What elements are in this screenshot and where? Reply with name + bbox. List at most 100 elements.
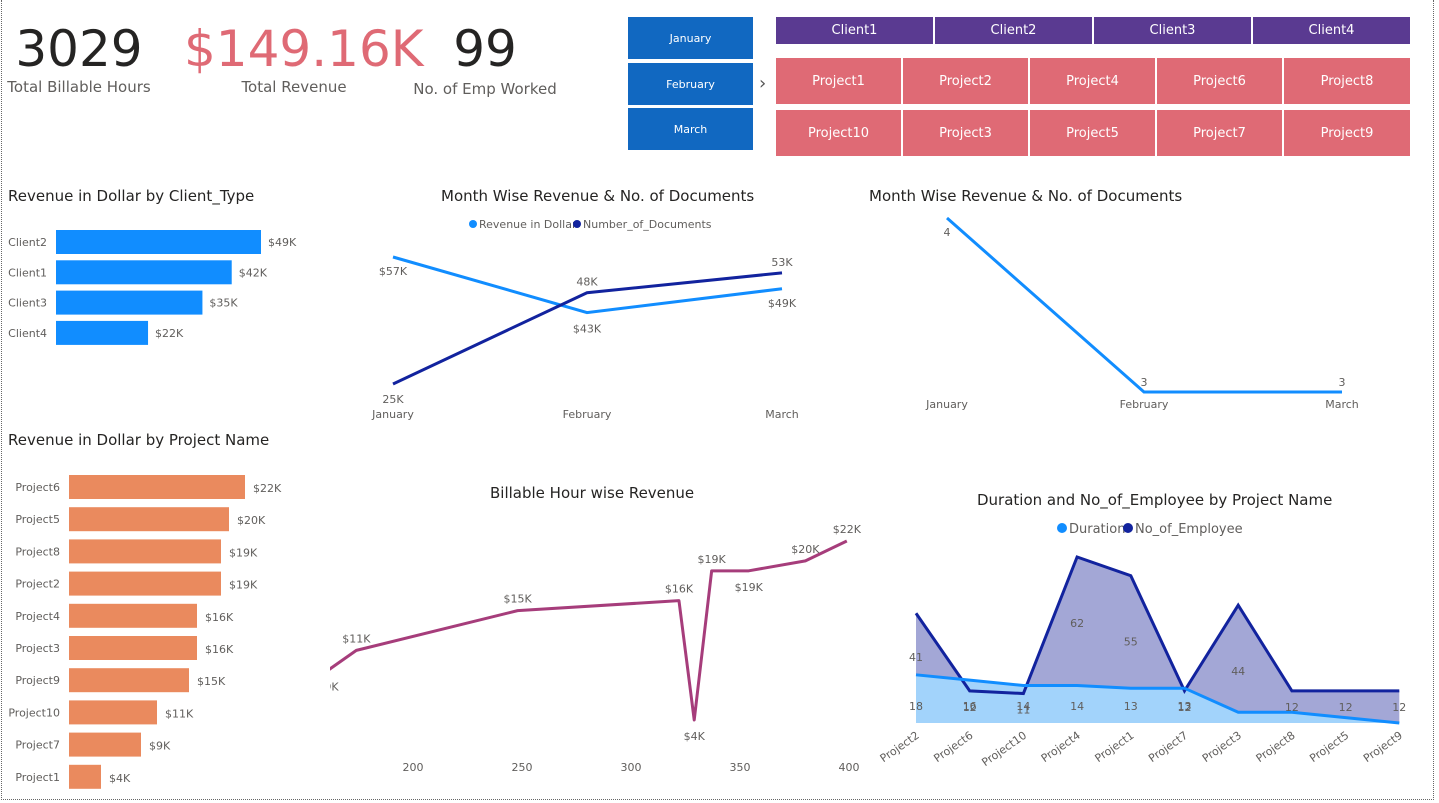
x-tick-label: 250 [512,761,533,774]
data-label: $19K [735,581,764,594]
data-label: 62 [1070,617,1084,630]
data-label: $35K [209,297,238,310]
data-label: 3 [1339,376,1346,389]
client-type-bar-chart: Client2 $49K Client1 $42K Client3 $35K Client4… [8,230,297,345]
project3-button[interactable]: Project3 [903,110,1028,156]
category-label: Project3 [15,642,60,655]
category-label: Project8 [15,545,60,558]
bar [69,700,157,725]
x-tick-label: Project2 [878,729,922,765]
project7-button[interactable]: Project7 [1157,110,1282,156]
x-tick-label: March [1325,398,1359,411]
category-label: Project4 [15,610,60,623]
chart-title-project-name: Revenue in Dollar by Project Name [8,431,270,449]
data-label: $49K [268,236,297,249]
chart-title-client-type: Revenue in Dollar by Client_Type [8,187,255,205]
data-label: $15K [504,593,533,606]
project2-button[interactable]: Project2 [903,58,1028,104]
category-label: Client4 [8,327,47,340]
month-february-button[interactable]: February [628,63,753,105]
project1-button[interactable]: Project1 [776,58,901,104]
legend-label: Revenue in Dollar [479,218,577,231]
data-label: $19K [698,553,727,566]
project5-button[interactable]: Project5 [1030,110,1155,156]
client4-button[interactable]: Client4 [1253,17,1410,44]
bar [69,732,141,757]
data-label: $19K [229,546,258,559]
category-label: Project10 [8,706,60,719]
data-label: $43K [573,323,602,336]
data-label: 14 [1070,700,1084,713]
x-tick-label: Project1 [1092,729,1136,765]
category-label: Client3 [8,297,47,310]
bar [69,571,221,596]
bar [69,475,245,499]
category-label: Project6 [15,481,60,494]
data-label: 12 [1285,701,1299,714]
month-january-button[interactable]: January [628,17,753,59]
bar [56,260,232,285]
x-tick-label: Project9 [1361,729,1405,765]
data-label: $57K [379,265,408,278]
x-tick-label: 200 [403,761,424,774]
kpi-label: Total Billable Hours [7,78,151,96]
project8-button[interactable]: Project8 [1284,58,1410,104]
project10-button[interactable]: Project10 [776,110,901,156]
chart-title-month-docs: Month Wise Revenue & No. of Documents [869,187,1183,205]
x-tick-label: January [925,398,968,411]
data-label: $11K [165,707,194,720]
month-docs-line-chart: 4 3 3 January February March [925,216,1359,411]
data-label: $16K [665,583,694,596]
category-label: Project7 [15,739,60,752]
chart-title-billable: Billable Hour wise Revenue [490,484,695,502]
client1-button[interactable]: Client1 [776,17,933,44]
data-label: 25K [382,393,404,406]
category-label: Project5 [15,513,60,526]
data-label: $22K [833,523,862,536]
data-label: 13 [1124,700,1138,713]
x-tick-label: February [563,408,612,421]
legend-label: Number_of_Documents [583,218,712,231]
data-label: $22K [253,482,282,495]
kpi-value: $149.16K [184,20,424,78]
category-label: Client1 [8,266,47,279]
data-label: $19K [229,579,258,592]
chevron-right-icon[interactable]: › [759,73,766,94]
x-tick-label: January [371,408,414,421]
bar [56,320,149,345]
data-label: 4 [944,226,951,239]
x-tick-label: Project6 [931,729,975,765]
billable-hour-line-chart: $9K $11K $15K $16K $4K $19K $19K $20K $22K 200 250… [330,523,862,774]
bar [56,230,261,254]
data-label: $9K [149,740,171,753]
category-label: Project1 [15,771,60,784]
project6-button[interactable]: Project6 [1157,58,1282,104]
client3-button[interactable]: Client3 [1094,17,1251,44]
x-tick-label: Project4 [1039,729,1083,765]
legend-label: Duration [1069,522,1125,537]
bar [69,668,189,693]
project9-button[interactable]: Project9 [1284,110,1410,156]
project4-button[interactable]: Project4 [1030,58,1155,104]
project-name-bar-chart: Project6 $22K Project5 $20K Project8 $19K Proj… [8,475,282,789]
data-label: 3 [1141,376,1148,389]
data-label: $4K [109,772,131,785]
month-march-button[interactable]: March [628,108,753,150]
bar [69,636,197,660]
x-tick-label: February [1120,398,1169,411]
data-label: $22K [155,327,184,340]
data-label: 12 [1392,701,1406,714]
kpi-value: 99 [453,20,517,78]
x-tick-label: Project10 [979,729,1029,769]
x-tick-label: 300 [621,761,642,774]
data-label: 12 [1339,701,1353,714]
data-label: 41 [909,651,923,664]
category-label: Project2 [15,578,60,591]
legend-marker [469,220,477,228]
client2-button[interactable]: Client2 [935,17,1092,44]
data-label: $9K [330,680,339,693]
x-tick-label: 400 [839,761,860,774]
kpi-billable-hours: 3029 Total Billable Hours [4,22,154,96]
category-label: Project9 [15,674,60,687]
chart-title-duration: Duration and No_of_Employee by Project N… [977,491,1333,509]
